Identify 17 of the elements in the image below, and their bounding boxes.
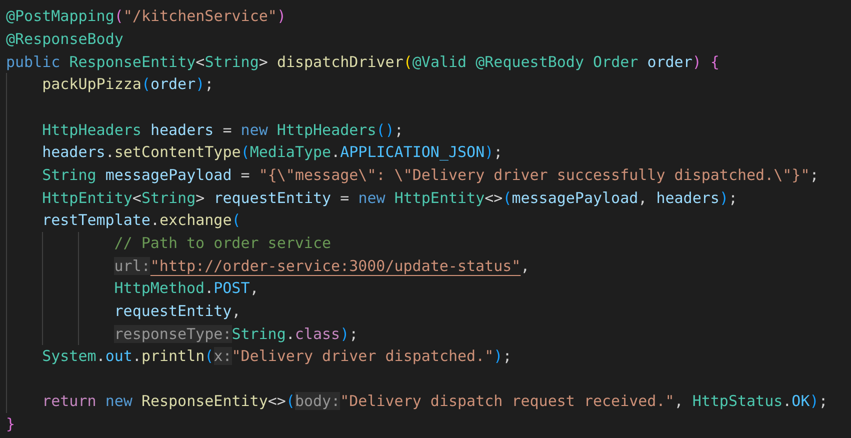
code-line: HttpHeaders headers = new HttpHeaders(); (42, 120, 404, 140)
code-line: } (6, 414, 16, 434)
code-line: responseType:String.class); (114, 324, 358, 344)
code-line: @ResponseBody (6, 28, 124, 49)
code-line: restTemplate.exchange( (42, 210, 241, 230)
code-line: System.out.println(x:"Delivery driver dispatched."); (42, 346, 512, 366)
code-line: @PostMapping("/kitchenService") (6, 6, 286, 26)
code-line: packUpPizza(order); (42, 74, 214, 94)
code-line: public ResponseEntity<String> dispatchDriver(@Valid @RequestBody Order order) { (6, 52, 720, 72)
code-line: HttpMethod.POST, (114, 278, 259, 298)
code-line: HttpEntity<String> requestEntity = new HttpEntity<>(messagePayload, headers); (42, 188, 738, 208)
code-line: headers.setContentType(MediaType.APPLICATION_JSON); (42, 142, 503, 162)
code-line: // Path to order service (114, 232, 332, 253)
code-line: requestEntity, (114, 300, 241, 321)
code-line: String messagePayload = "{\"message\": \"Delivery driver successfully dispatched.\"}"; (42, 164, 819, 185)
code-line: url:"http://order-service:3000/update-status", (114, 256, 530, 276)
code-line: return new ResponseEntity<>(body:"Delivery dispatch request received.", HttpStatus.OK); (42, 391, 828, 412)
